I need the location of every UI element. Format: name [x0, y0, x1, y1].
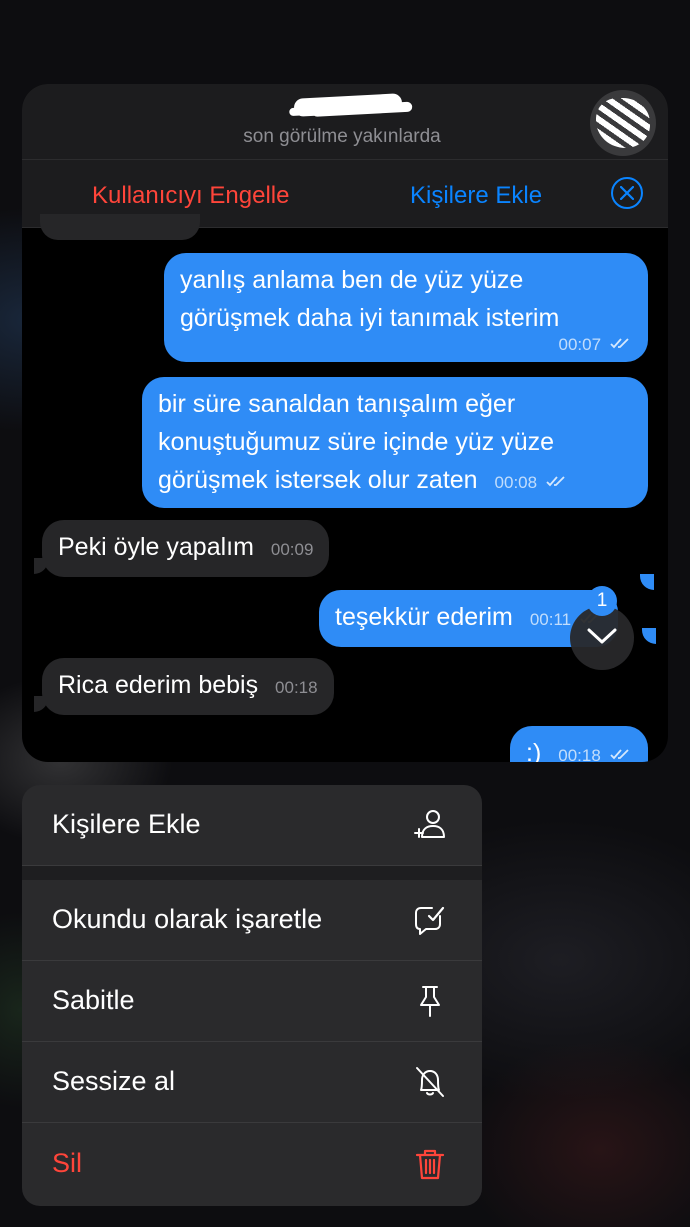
add-to-contacts-button[interactable]: Kişilere Ekle: [410, 182, 542, 210]
bubble-tail: [642, 628, 656, 644]
menu-section-separator: [22, 866, 482, 880]
pin-icon: [420, 986, 440, 1017]
menu-item-mark-read[interactable]: Okundu olarak işaretle: [22, 880, 482, 961]
outgoing-message[interactable]: :) 00:18: [510, 726, 648, 762]
trash-icon: [415, 1149, 445, 1180]
chevron-down-icon: [587, 628, 617, 644]
mark-read-icon: [415, 906, 445, 935]
message-text-line: bir süre sanaldan tanışalım eğer: [158, 390, 516, 418]
message-text-line: görüşmek istersek olur zaten: [158, 466, 478, 494]
menu-item-label: Okundu olarak işaretle: [52, 904, 323, 934]
message-text: Rica ederim bebiş: [58, 671, 259, 699]
menu-item-label: Sil: [52, 1148, 83, 1178]
mute-bell-icon: [416, 1067, 444, 1097]
incoming-message[interactable]: Rica ederim bebiş 00:18: [42, 658, 334, 715]
message-text: Peki öyle yapalım: [58, 533, 254, 561]
message-time: 00:18: [275, 678, 318, 697]
unread-count-badge: 1: [587, 586, 617, 616]
read-checkmarks-icon: [610, 338, 629, 349]
message-time: 00:11: [529, 610, 572, 629]
add-contact-icon: [414, 810, 445, 838]
bubble-tail: [34, 558, 48, 574]
menu-item-mute[interactable]: Sessize al: [22, 1042, 482, 1123]
message-text-line: konuştuğumuz süre içinde yüz yüze: [158, 428, 555, 456]
menu-item-delete[interactable]: Sil: [22, 1124, 482, 1205]
redacted-avatar-scribble: [596, 98, 650, 148]
message-text: :): [526, 739, 542, 762]
outgoing-message[interactable]: yanlış anlama ben de yüz yüze görüşmek d…: [164, 253, 648, 362]
message-time: 00:09: [270, 540, 314, 559]
message-text-line: görüşmek daha iyi tanımak isterim: [180, 304, 560, 332]
chat-preview[interactable]: son görülme yakınlarda Kullanıcıyı Engel…: [22, 84, 668, 762]
menu-item-add-contact[interactable]: Kişilere Ekle: [22, 785, 482, 866]
previous-message-edge: [40, 214, 200, 240]
message-text-line: yanlış anlama ben de yüz yüze: [180, 266, 524, 294]
message-text: teşekkür ederim: [335, 603, 513, 631]
redacted-contact-name: [293, 93, 403, 117]
last-seen-status: son görülme yakınlarda: [243, 126, 441, 147]
menu-item-label: Sessize al: [52, 1066, 176, 1096]
chat-header: son görülme yakınlarda: [22, 84, 668, 160]
incoming-message[interactable]: Peki öyle yapalım 00:09: [42, 520, 330, 577]
read-checkmarks-icon: [610, 749, 629, 760]
context-menu: Kişilere Ekle Okundu olarak işaretle Sab…: [22, 785, 482, 1206]
message-time: 00:07: [558, 335, 602, 354]
menu-item-label: Sabitle: [52, 985, 135, 1015]
close-icon[interactable]: [611, 177, 643, 209]
bubble-tail: [34, 696, 48, 712]
message-time: 00:08: [494, 473, 538, 492]
outgoing-message[interactable]: bir süre sanaldan tanışalım eğer konuştu…: [142, 377, 648, 508]
menu-item-label: Kişilere Ekle: [52, 809, 201, 839]
bubble-tail: [640, 574, 654, 590]
message-list[interactable]: yanlış anlama ben de yüz yüze görüşmek d…: [22, 214, 668, 762]
message-time: 00:18: [558, 746, 601, 762]
avatar[interactable]: [590, 90, 656, 156]
menu-item-pin[interactable]: Sabitle: [22, 961, 482, 1042]
block-user-button[interactable]: Kullanıcıyı Engelle: [92, 182, 289, 210]
read-checkmarks-icon: [546, 476, 565, 487]
